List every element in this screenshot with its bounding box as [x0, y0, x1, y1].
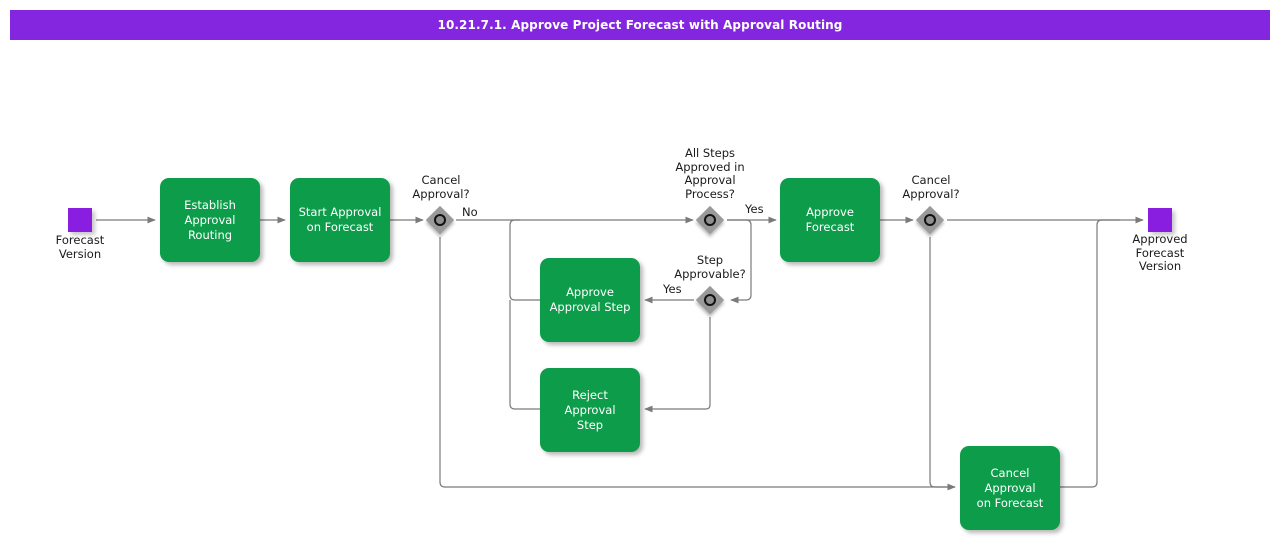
diagram-page: 10.21.7.1. Approve Project Forecast with…	[0, 0, 1280, 540]
start-event-forecast-version[interactable]	[68, 208, 92, 232]
task-approve-approval-step[interactable]: Approve Approval Step	[540, 258, 640, 342]
gateway-label-cancel-approval-1: Cancel Approval?	[412, 173, 470, 201]
gateway-inclusive-circle-icon	[434, 214, 446, 226]
gateway-step-approvable[interactable]	[695, 285, 725, 315]
task-reject-approval-step[interactable]: Reject Approval Step	[540, 368, 640, 452]
gateway-inclusive-circle-icon	[924, 214, 936, 226]
end-event-label: Approved Forecast Version	[1132, 232, 1188, 273]
end-event-approved-forecast-version[interactable]	[1148, 208, 1172, 232]
task-label: Establish Approval Routing	[184, 197, 236, 242]
flow-step-approvable-to-reject-step	[644, 317, 711, 413]
flow-gw2-cancel-to-cancel-task	[929, 237, 955, 488]
task-label: Start Approval on Forecast	[298, 205, 382, 234]
edge-label-yes-step-approvable: Yes	[663, 282, 682, 296]
connector-layer	[96, 216, 1144, 491]
task-establish-approval-routing[interactable]: Establish Approval Routing	[160, 178, 260, 262]
task-label: Cancel Approval on Forecast	[976, 465, 1044, 510]
task-label: Reject Approval Step	[564, 387, 616, 432]
gateway-cancel-approval-1[interactable]	[425, 205, 455, 235]
gateway-label-step-approvable: Step Approvable?	[674, 253, 746, 281]
gateway-inclusive-circle-icon	[704, 214, 716, 226]
gateway-cancel-approval-2[interactable]	[915, 205, 945, 235]
start-event-label: Forecast Version	[55, 233, 105, 261]
gateway-inclusive-circle-icon	[704, 294, 716, 306]
gateway-all-steps-approved[interactable]	[695, 205, 725, 235]
task-label: Approve Forecast	[805, 205, 855, 234]
task-cancel-approval-on-forecast[interactable]: Cancel Approval on Forecast	[960, 446, 1060, 530]
task-start-approval-on-forecast[interactable]: Start Approval on Forecast	[290, 178, 390, 262]
flow-reject-step-back-to-trunk	[509, 300, 540, 410]
task-approve-forecast[interactable]: Approve Forecast	[780, 178, 880, 262]
flow-approve-step-back-to-trunk	[509, 219, 540, 301]
gateway-label-all-steps-approved: All Steps Approved in Approval Process?	[675, 146, 745, 201]
edge-label-no: No	[462, 205, 478, 219]
task-label: Approve Approval Step	[549, 285, 631, 314]
gateway-label-cancel-approval-2: Cancel Approval?	[902, 173, 960, 201]
edge-label-yes-all-steps: Yes	[745, 202, 764, 216]
